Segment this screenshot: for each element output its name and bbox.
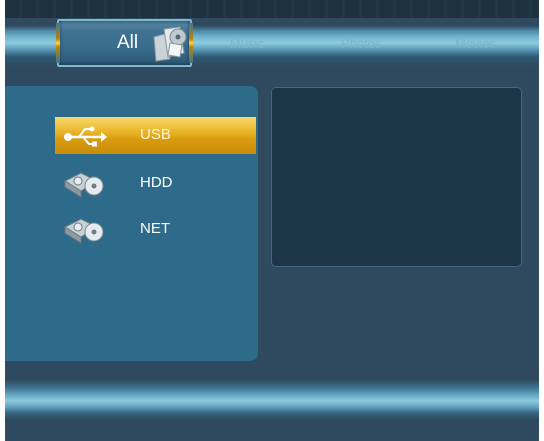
- network-drive-icon: [63, 218, 104, 244]
- media-browser-screen: All Music Photos Movies USB HDD NET: [5, 0, 539, 441]
- device-label-usb: USB: [140, 126, 171, 143]
- tab-music[interactable]: Music: [230, 36, 264, 51]
- device-item-usb[interactable]: USB: [55, 117, 256, 154]
- tab-all-label: All: [117, 32, 139, 53]
- tab-all[interactable]: All: [56, 19, 193, 67]
- preview-pane: [271, 87, 522, 267]
- top-decor-strip: [5, 0, 539, 18]
- tab-photos[interactable]: Photos: [341, 36, 381, 51]
- device-item-net[interactable]: NET: [55, 211, 256, 248]
- device-label-hdd: HDD: [140, 174, 173, 191]
- device-label-net: NET: [140, 220, 170, 237]
- tab-movies[interactable]: Movies: [455, 36, 496, 51]
- usb-icon: [64, 126, 107, 147]
- folder-files-icon: [153, 26, 187, 62]
- tab-edge-left: [56, 23, 60, 63]
- bottom-decor-bar: [5, 380, 539, 420]
- hard-disk-icon: [63, 172, 104, 198]
- device-item-hdd[interactable]: HDD: [55, 165, 256, 202]
